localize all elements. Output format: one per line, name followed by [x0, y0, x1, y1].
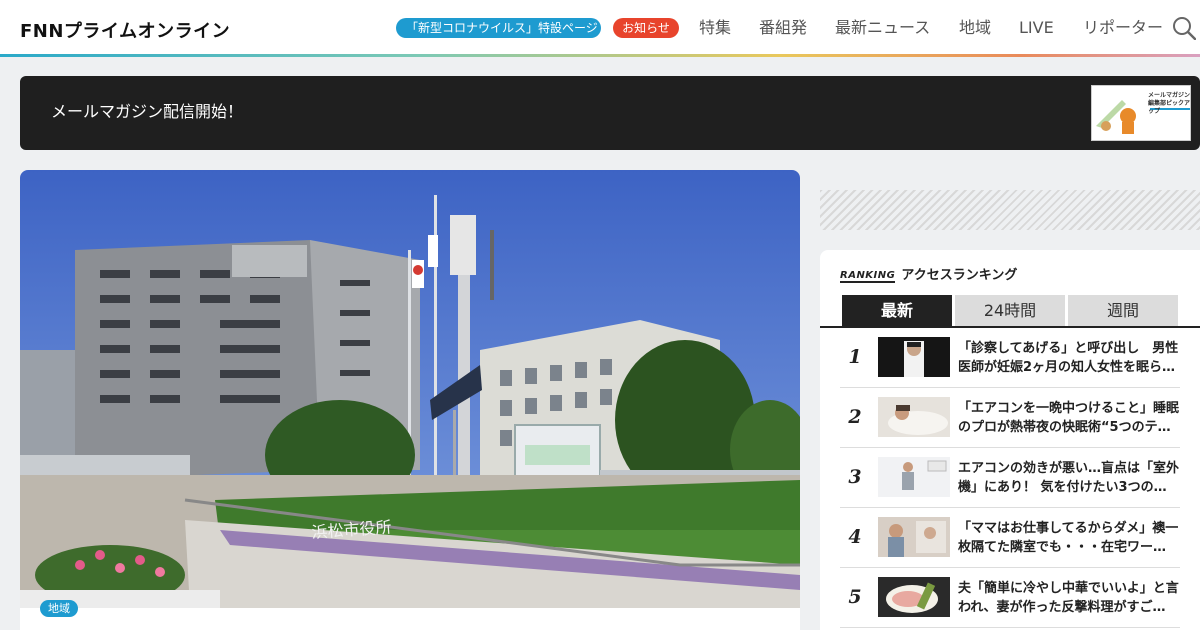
- rank-number: 4: [848, 526, 862, 548]
- nav-item-features[interactable]: 特集: [699, 18, 731, 38]
- nav-item-latest-news[interactable]: 最新ニュース: [835, 18, 930, 38]
- banner-thumbnail: メールマガジン 編集部ピックアップ: [1091, 85, 1191, 141]
- rank-title: 夫「簡単に冷やし中華でいいよ」と言われ、妻が作った反撃料理がすご…: [958, 581, 1179, 615]
- region-tag[interactable]: 地域: [40, 600, 78, 617]
- banner-text: メールマガジン配信開始！: [51, 102, 244, 121]
- ranking-item-4[interactable]: 4 「ママはお仕事してるからダメ」襖一枚隔てた隣室でも・・・在宅ワー…: [840, 508, 1180, 568]
- ranking-heading: RANKING アクセスランキング: [840, 264, 1017, 283]
- nav-item-programs[interactable]: 番組発: [759, 18, 807, 38]
- tab-24h[interactable]: 24時間: [955, 295, 1065, 326]
- rank-number: 1: [848, 346, 862, 368]
- ad-placeholder: [820, 190, 1200, 230]
- search-icon[interactable]: [1172, 16, 1196, 40]
- site-logo[interactable]: FNNプライムオンライン: [20, 17, 230, 43]
- access-ranking-panel: RANKING アクセスランキング 最新 24時間 週間 1 「診察してあげる」と…: [820, 250, 1200, 630]
- rank-title: 「ママはお仕事してるからダメ」襖一枚隔てた隣室でも・・・在宅ワー…: [958, 521, 1179, 555]
- rank-thumbnail: [878, 337, 950, 377]
- corona-special-page-button[interactable]: 「新型コロナウイルス」特設ページ: [396, 18, 601, 38]
- tab-weekly[interactable]: 週間: [1068, 295, 1178, 326]
- featured-article-card[interactable]: 浜松市役所 地域: [20, 170, 800, 630]
- ranking-item-3[interactable]: 3 エアコンの効きが悪い…盲点は「室外機」にあり！ 気を付けたい3つの…: [840, 448, 1180, 508]
- logo-text: FNNプライムオンライン: [20, 21, 231, 42]
- rank-thumbnail: [878, 397, 950, 437]
- article-photo: 浜松市役所: [20, 170, 800, 608]
- rank-number: 2: [848, 406, 862, 428]
- ranking-item-1[interactable]: 1 「診察してあげる」と呼び出し 男性医師が妊娠2ヶ月の知人女性を眠ら…: [840, 328, 1180, 388]
- rank-thumbnail: [878, 577, 950, 617]
- rank-number: 5: [848, 586, 862, 608]
- rank-title: エアコンの効きが悪い…盲点は「室外機」にあり！ 気を付けたい3つの…: [958, 461, 1180, 495]
- rank-number: 3: [848, 466, 862, 488]
- tab-latest[interactable]: 最新: [842, 295, 952, 326]
- header-accent-line: [0, 54, 1200, 57]
- rank-title: 「エアコンを一晩中つけること」睡眠のプロが熱帯夜の快眠術“5つのテ…: [958, 401, 1180, 435]
- notice-button[interactable]: お知らせ: [613, 18, 679, 38]
- ranking-item-2[interactable]: 2 「エアコンを一晩中つけること」睡眠のプロが熱帯夜の快眠術“5つのテ…: [840, 388, 1180, 448]
- site-header: FNNプライムオンライン 「新型コロナウイルス」特設ページ お知らせ 特集 番組…: [0, 0, 1200, 54]
- banner-thumb-caption: メールマガジン 編集部ピックアップ: [1148, 92, 1191, 115]
- rank-thumbnail: [878, 517, 950, 557]
- nav-item-regions[interactable]: 地域: [959, 18, 991, 38]
- rank-title: 「診察してあげる」と呼び出し 男性医師が妊娠2ヶ月の知人女性を眠ら…: [958, 341, 1179, 375]
- ranking-title: アクセスランキング: [901, 268, 1018, 283]
- rank-thumbnail: [878, 457, 950, 497]
- ranking-tabs: 最新 24時間 週間: [842, 295, 1180, 327]
- ranking-logo: RANKING: [840, 270, 896, 283]
- mail-magazine-banner[interactable]: メールマガジン配信開始！ メールマガジン 編集部ピックアップ: [20, 76, 1200, 150]
- ranking-item-5[interactable]: 5 夫「簡単に冷やし中華でいいよ」と言われ、妻が作った反撃料理がすご…: [840, 568, 1180, 628]
- nav-item-live[interactable]: LIVE: [1019, 18, 1054, 38]
- nav-item-reporters[interactable]: リポーター: [1083, 18, 1163, 38]
